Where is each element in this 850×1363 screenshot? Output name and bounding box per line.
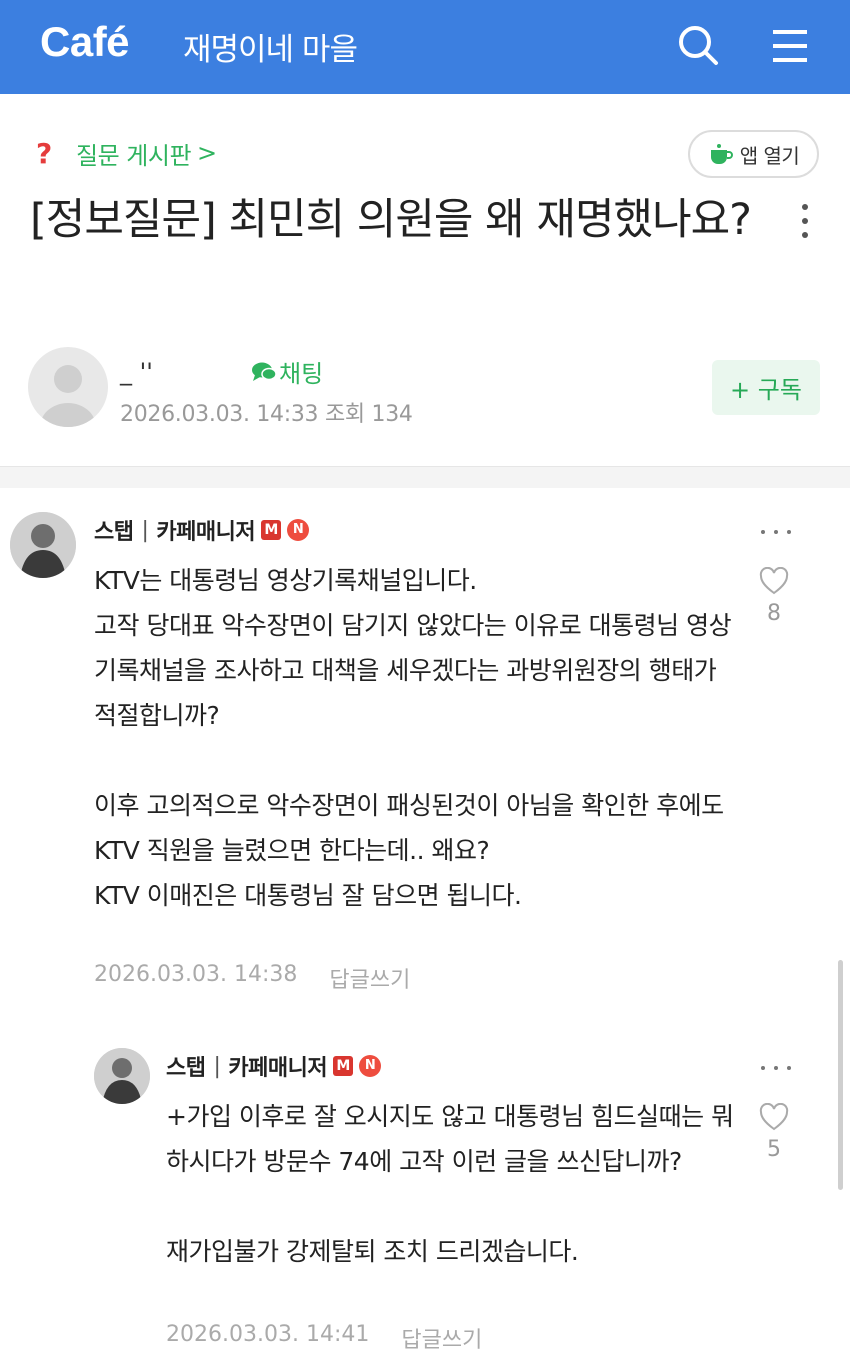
heart-icon [759, 567, 789, 595]
chat-button[interactable]: 채팅 [251, 354, 323, 389]
scrollbar[interactable] [838, 960, 843, 1190]
board-breadcrumb[interactable]: ? 질문 게시판 > [36, 136, 217, 170]
app-open-button[interactable]: 앱 열기 [688, 130, 819, 178]
comment-text: +가입 이후로 잘 오시지도 않고 대통령님 힘드실때는 뭐하시다가 방문수 7… [166, 1102, 734, 1266]
chat-bubble-icon [252, 362, 277, 381]
author-separator: | [213, 1053, 221, 1079]
comment-role: 카페매니저 [228, 1056, 328, 1081]
profile-photo-icon [94, 1048, 150, 1104]
search-icon [679, 26, 718, 65]
hamburger-icon [773, 30, 807, 62]
cafe-logo[interactable]: Café [40, 18, 130, 66]
reply-button[interactable]: 답글쓰기 [329, 962, 410, 994]
comment-more-button[interactable] [761, 525, 791, 539]
comment-nickname: 스탭 [166, 1056, 206, 1081]
new-badge-icon: N [359, 1055, 382, 1077]
like-count: 5 [767, 1137, 781, 1162]
comment-date: 2026.03.03. 14:41 [166, 1322, 370, 1347]
comment-meta: 2026.03.03. 14:38 답글쓰기 [94, 962, 410, 994]
comment-text: KTV는 대통령님 영상기록채널입니다. 고작 당대표 악수장면이 담기지 않았… [94, 566, 732, 910]
coffee-cup-icon [710, 144, 733, 164]
top-bar: Café 재명이네 마을 [0, 0, 850, 94]
section-divider [0, 466, 850, 488]
author-name[interactable]: _ '' [120, 358, 153, 386]
comment-nickname: 스탭 [94, 520, 134, 545]
comment-avatar[interactable] [10, 512, 76, 578]
default-profile-icon [40, 365, 96, 427]
post-views: 조회 134 [324, 402, 413, 427]
new-badge-icon: N [287, 519, 310, 541]
comment-date: 2026.03.03. 14:38 [94, 962, 298, 987]
profile-photo-icon [10, 512, 76, 578]
app-open-label: 앱 열기 [739, 143, 800, 168]
post-meta: 2026.03.03. 14:33 조회 134 [120, 396, 413, 428]
like-button[interactable]: 5 [754, 1103, 794, 1162]
chat-label: 채팅 [279, 360, 324, 388]
like-count: 8 [767, 601, 781, 626]
heart-icon [759, 1103, 789, 1131]
comment-more-button[interactable] [761, 1061, 791, 1075]
menu-button[interactable] [764, 20, 816, 72]
manager-badge-icon: M [261, 520, 282, 540]
cafe-name[interactable]: 재명이네 마을 [183, 24, 358, 69]
comment-author[interactable]: 스탭 | 카페매니저 M N [166, 1050, 382, 1082]
comment-meta: 2026.03.03. 14:41 답글쓰기 [166, 1322, 482, 1354]
more-vertical-icon [790, 204, 820, 238]
post-more-button[interactable] [790, 200, 820, 250]
author-avatar[interactable] [28, 347, 108, 427]
board-name[interactable]: 질문 게시판 [76, 136, 192, 171]
post-date: 2026.03.03. 14:33 [120, 402, 319, 427]
post-title: [정보질문] 최민희 의원을 왜 재명했나요? [30, 195, 752, 245]
manager-badge-icon: M [333, 1056, 354, 1076]
subscribe-button[interactable]: + 구독 [712, 360, 820, 415]
comment-author[interactable]: 스탭 | 카페매니저 M N [94, 514, 310, 546]
question-icon: ? [36, 136, 53, 170]
comment-role: 카페매니저 [156, 520, 256, 545]
search-button[interactable] [672, 20, 724, 72]
chevron-right-icon: > [197, 139, 218, 167]
like-button[interactable]: 8 [754, 567, 794, 626]
author-separator: | [141, 517, 149, 543]
comment-avatar[interactable] [94, 1048, 150, 1104]
reply-button[interactable]: 답글쓰기 [401, 1322, 482, 1354]
